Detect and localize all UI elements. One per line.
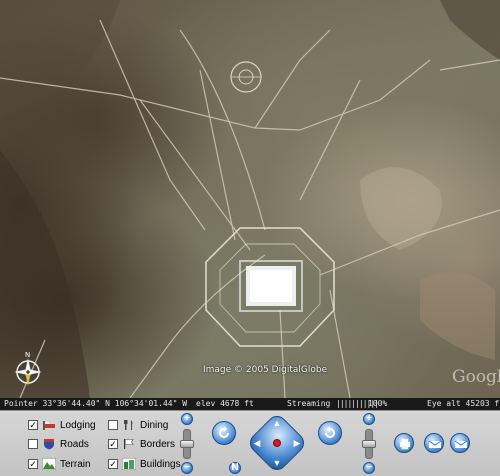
dining-checkbox[interactable] (108, 420, 118, 430)
mail-button[interactable] (450, 433, 470, 453)
terrain-features (0, 0, 500, 398)
borders-label: Borders (140, 438, 176, 450)
nav-left-arrow[interactable]: ◀ (252, 438, 262, 448)
mountain-icon (42, 458, 56, 470)
rotate-right-icon (325, 426, 335, 438)
zoom-out-button[interactable]: − (181, 462, 193, 474)
roads-label: Roads (60, 438, 89, 450)
bed-icon (42, 419, 56, 431)
fork-knife-icon (122, 419, 136, 431)
tilt-up-button[interactable]: + (363, 413, 375, 425)
streaming-percent: 100% (368, 399, 388, 408)
elevation-readout: elev 4678 ft (196, 399, 254, 408)
nav-center-reset[interactable] (273, 439, 281, 447)
dining-label: Dining (140, 419, 169, 431)
svg-text:N: N (25, 351, 30, 359)
zoom-in-button[interactable]: + (181, 413, 193, 425)
eye-altitude: Eye alt 45203 ft (427, 399, 500, 408)
lodging-checkbox[interactable]: ✓ (28, 420, 38, 430)
nav-up-arrow[interactable]: ▲ (272, 418, 282, 428)
zoom-slider-thumb[interactable] (180, 440, 194, 448)
nav-down-arrow[interactable]: ▼ (272, 458, 282, 468)
control-panel: ✓ Lodging Roads ✓ Terrain Dining ✓ Borde… (0, 410, 500, 476)
tilt-slider[interactable]: N (228, 413, 242, 475)
layer-borders[interactable]: ✓ Borders (108, 437, 175, 451)
lodging-label: Lodging (60, 419, 96, 431)
tilt-slider-thumb[interactable] (362, 440, 376, 448)
pointer-coordinates: Pointer 33°36'44.40" N 106°34'01.44" W (4, 399, 188, 408)
layer-terrain[interactable]: ✓ Terrain (28, 457, 91, 471)
satellite-map-view[interactable]: N Image © 2005 DigitalGlobe Google (0, 0, 500, 398)
buildings-icon (122, 458, 136, 470)
tilt-down-button[interactable]: − (363, 462, 375, 474)
terrain-label: Terrain (60, 458, 91, 470)
compass-rose-icon[interactable]: N (8, 350, 48, 390)
nav-right-arrow[interactable]: ▶ (292, 438, 302, 448)
rotate-clockwise-button[interactable] (318, 421, 342, 445)
buildings-label: Buildings (140, 458, 181, 470)
terrain-checkbox[interactable]: ✓ (28, 459, 38, 469)
status-bar: Pointer 33°36'44.40" N 106°34'01.44" W e… (0, 398, 500, 410)
email-envelope-icon (428, 440, 442, 448)
print-button[interactable] (394, 433, 414, 453)
email-button[interactable] (424, 433, 444, 453)
buildings-checkbox[interactable]: ✓ (108, 459, 118, 469)
roads-checkbox[interactable] (28, 439, 38, 449)
tilt-north-button[interactable]: N (229, 462, 241, 474)
google-watermark: Google (452, 367, 500, 387)
zoom-slider[interactable]: + − (180, 413, 194, 475)
layer-dining[interactable]: Dining (108, 418, 168, 432)
tilt-control[interactable]: + − (362, 413, 376, 475)
envelope-icon (454, 440, 468, 448)
navigation-pad[interactable]: ▲ ▼ ◀ ▶ (245, 411, 309, 475)
streaming-label: Streaming (287, 399, 331, 408)
layer-lodging[interactable]: ✓ Lodging (28, 418, 96, 432)
imagery-attribution: Image © 2005 DigitalGlobe (203, 365, 328, 375)
layer-roads[interactable]: Roads (28, 437, 89, 451)
borders-checkbox[interactable]: ✓ (108, 439, 118, 449)
printer-icon (400, 439, 410, 450)
layer-buildings[interactable]: ✓ Buildings (108, 457, 181, 471)
road-shield-icon (42, 438, 56, 450)
flag-icon (122, 438, 136, 450)
